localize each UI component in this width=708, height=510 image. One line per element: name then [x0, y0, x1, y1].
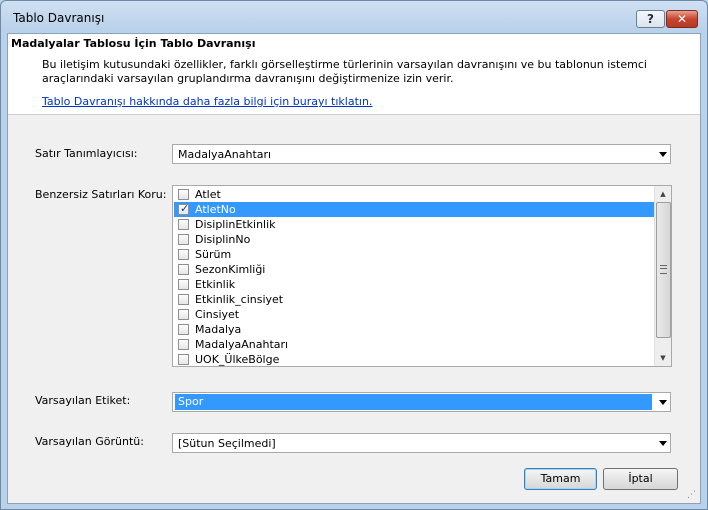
default-image-dropdown[interactable]: [Sütun Seçilmedi] — [172, 433, 671, 453]
list-item-label: DisiplinNo — [195, 233, 251, 246]
list-item[interactable]: Madalya — [174, 322, 655, 337]
dialog-window: Tablo Davranışı ? ✕ Madalyalar Tablosu İ… — [0, 0, 708, 510]
grip-icon — [660, 265, 667, 274]
header-description: Bu iletişim kutusundaki özellikler, fark… — [42, 58, 647, 85]
cancel-button[interactable]: İptal — [603, 468, 678, 490]
keep-unique-rows-list[interactable]: Atlet ✓ AtletNo DisiplinEtkinlik DisiplinNo S… — [172, 185, 672, 367]
header-title: Madalyalar Tablosu İçin Tablo Davranışı — [11, 37, 256, 50]
ok-button[interactable]: Tamam — [524, 468, 597, 490]
header-panel: Madalyalar Tablosu İçin Tablo Davranışı … — [8, 34, 700, 115]
checkbox-icon[interactable] — [178, 264, 189, 275]
list-item[interactable]: UOK_ÜlkeBölge — [174, 352, 655, 366]
checkbox-icon[interactable] — [178, 294, 189, 305]
title-bar[interactable]: Tablo Davranışı ? ✕ — [1, 1, 707, 31]
list-item[interactable]: Etkinlik — [174, 277, 655, 292]
dropdown-arrow-icon — [659, 441, 667, 446]
list-item-label: Etkinlik_cinsiyet — [195, 293, 284, 306]
default-image-value: [Sütun Seçilmedi] — [178, 437, 276, 450]
help-button[interactable]: ? — [636, 10, 665, 28]
checkbox-icon[interactable] — [178, 219, 189, 230]
dropdown-arrow-icon — [659, 400, 667, 405]
checkbox-icon[interactable] — [178, 189, 189, 200]
list-item-label: MadalyaAnahtarı — [195, 338, 289, 351]
window-title: Tablo Davranışı — [13, 11, 105, 25]
list-item-label: Cinsiyet — [195, 308, 240, 321]
list-item-label: Atlet — [195, 188, 221, 201]
keep-unique-rows-label: Benzersiz Satırları Koru: — [35, 188, 167, 201]
row-identifier-dropdown[interactable]: MadalyaAnahtarı — [172, 144, 671, 164]
list-item[interactable]: ✓ AtletNo — [174, 202, 655, 217]
list-item[interactable]: SezonKimliği — [174, 262, 655, 277]
list-item[interactable]: Atlet — [174, 187, 655, 202]
list-item[interactable]: Etkinlik_cinsiyet — [174, 292, 655, 307]
list-item-label: SezonKimliği — [195, 263, 266, 276]
list-item[interactable]: Sürüm — [174, 247, 655, 262]
default-image-label: Varsayılan Görüntü: — [35, 435, 144, 448]
help-link[interactable]: Tablo Davranışı hakkında daha fazla bilg… — [42, 95, 372, 108]
checkbox-icon[interactable] — [178, 354, 189, 365]
list-item[interactable]: MadalyaAnahtarı — [174, 337, 655, 352]
row-identifier-label: Satır Tanımlayıcısı: — [35, 147, 138, 160]
checkbox-icon[interactable] — [178, 234, 189, 245]
checkbox-icon[interactable] — [178, 324, 189, 335]
list-item-label: AtletNo — [195, 203, 236, 216]
checkbox-icon[interactable] — [178, 249, 189, 260]
checkbox-icon[interactable] — [178, 309, 189, 320]
list-item[interactable]: Cinsiyet — [174, 307, 655, 322]
default-label-dropdown[interactable]: Spor — [172, 392, 671, 412]
checkmark-icon: ✓ — [180, 202, 190, 215]
resize-grip-icon[interactable]: ⋰ — [687, 490, 697, 500]
list-item[interactable]: DisiplinEtkinlik — [174, 217, 655, 232]
checkbox-checked-icon[interactable]: ✓ — [178, 202, 190, 215]
list-item[interactable]: DisiplinNo — [174, 232, 655, 247]
default-label-label: Varsayılan Etiket: — [35, 394, 131, 407]
dialog-body: Madalyalar Tablosu İçin Tablo Davranışı … — [7, 33, 701, 504]
list-item-label: DisiplinEtkinlik — [195, 218, 276, 231]
checkbox-icon[interactable] — [178, 279, 189, 290]
list-item-label: UOK_ÜlkeBölge — [195, 353, 280, 366]
list-item-label: Etkinlik — [195, 278, 236, 291]
checkbox-icon[interactable] — [178, 339, 189, 350]
list-item-label: Sürüm — [195, 248, 232, 261]
scroll-thumb[interactable] — [656, 202, 671, 338]
row-identifier-value: MadalyaAnahtarı — [178, 148, 272, 161]
list-item-label: Madalya — [195, 323, 242, 336]
close-button[interactable]: ✕ — [666, 10, 698, 28]
dropdown-arrow-icon — [659, 152, 667, 157]
scroll-up-icon[interactable]: ▲ — [655, 186, 671, 202]
default-label-value: Spor — [175, 394, 652, 410]
list-scrollbar[interactable]: ▲ ▼ — [654, 186, 671, 366]
scroll-down-icon[interactable]: ▼ — [655, 350, 671, 366]
